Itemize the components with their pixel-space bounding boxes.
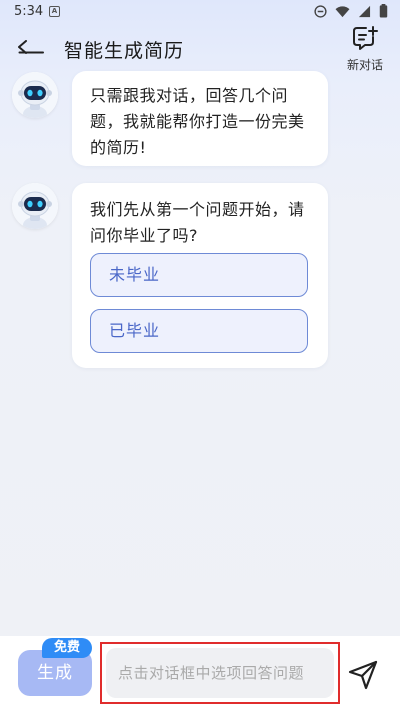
robot-avatar-icon	[12, 72, 58, 118]
status-bar: 5:34 A	[0, 0, 400, 24]
battery-icon	[379, 4, 388, 18]
dnd-icon	[314, 4, 327, 18]
new-chat-button[interactable]: 新对话	[340, 26, 390, 72]
send-button[interactable]	[344, 656, 382, 694]
bot-question-text: 我们先从第一个问题开始，请问你毕业了吗?	[90, 200, 305, 245]
bot-message-text: 只需跟我对话，回答几个问题，我就能帮你打造一份完美的简历!	[90, 86, 305, 157]
option-graduated-button[interactable]: 已毕业	[90, 309, 308, 353]
bot-message-bubble: 只需跟我对话，回答几个问题，我就能帮你打造一份完美的简历!	[72, 71, 328, 166]
back-arrow-icon	[18, 40, 44, 54]
status-time: 5:34	[14, 4, 44, 19]
status-icons	[314, 4, 388, 18]
notification-badge: A	[49, 6, 60, 17]
robot-avatar-icon	[12, 183, 58, 229]
back-button[interactable]	[14, 32, 48, 62]
wifi-icon	[335, 5, 350, 17]
option-not-graduated-button[interactable]: 未毕业	[90, 253, 308, 297]
bottom-bar: 生成 免费 点击对话框中选项回答问题	[0, 636, 400, 711]
bot-question-bubble: 我们先从第一个问题开始，请问你毕业了吗? 未毕业 已毕业	[72, 183, 328, 368]
new-chat-icon	[353, 26, 378, 50]
free-badge: 免费	[42, 638, 92, 658]
page-title: 智能生成简历	[64, 40, 185, 62]
send-icon	[348, 660, 378, 690]
signal-icon	[358, 5, 371, 17]
answer-input[interactable]: 点击对话框中选项回答问题	[106, 648, 334, 698]
header: 智能生成简历 新对话	[0, 24, 400, 72]
bot-avatar	[12, 183, 58, 229]
bot-avatar	[12, 72, 58, 118]
new-chat-label: 新对话	[346, 58, 383, 72]
